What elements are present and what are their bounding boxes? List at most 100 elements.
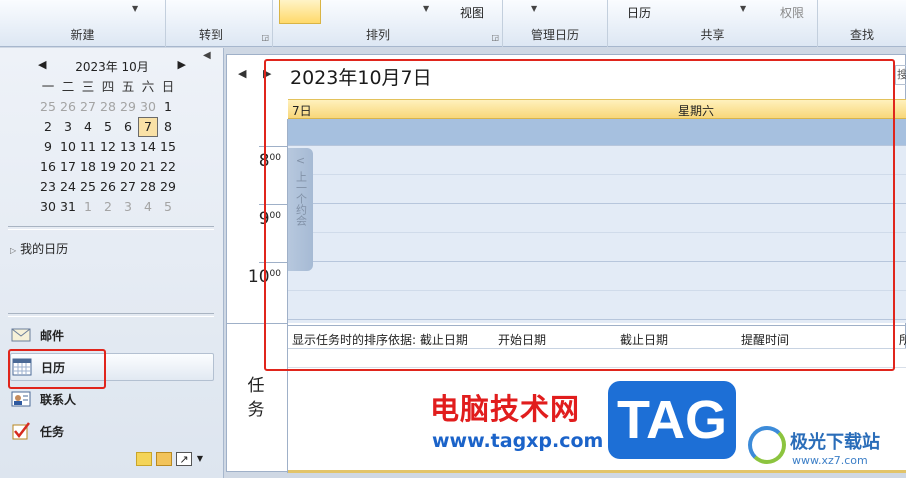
mini-day[interactable]: 9 <box>38 137 58 157</box>
mini-day[interactable]: 29 <box>158 177 178 197</box>
group-label-arrange: 排列 <box>366 28 391 42</box>
nav-calendar[interactable]: 日历 <box>10 353 214 381</box>
mini-day[interactable]: 21 <box>138 157 158 177</box>
mini-day[interactable]: 1 <box>78 197 98 217</box>
mini-day[interactable]: 25 <box>38 97 58 117</box>
calendar-dropdown[interactable]: 日历 <box>627 4 651 21</box>
nav-tasks-label: 任务 <box>40 424 65 439</box>
previous-appointment-label: 上一个约会 <box>294 171 308 226</box>
watermark-site2: 极光下载站 www.xz7.com <box>748 424 904 474</box>
mini-day[interactable]: 8 <box>158 117 178 137</box>
mini-day[interactable]: 30 <box>138 97 158 117</box>
mini-day[interactable]: 26 <box>98 177 118 197</box>
mini-day[interactable]: 5 <box>158 197 178 217</box>
nav-contacts-label: 联系人 <box>40 392 77 407</box>
view-button[interactable]: 视图 <box>460 4 484 21</box>
mini-day[interactable]: 4 <box>138 197 158 217</box>
weekday-label: 一 <box>41 79 55 94</box>
slot-line <box>288 145 906 146</box>
prev-day-icon[interactable]: ◀ <box>238 67 246 80</box>
mini-day[interactable]: 22 <box>158 157 178 177</box>
mini-day[interactable]: 15 <box>158 137 178 157</box>
mini-calendar-week: 23 24 25 26 27 28 29 <box>38 177 178 197</box>
mini-day[interactable]: 20 <box>118 157 138 177</box>
mini-day[interactable]: 28 <box>98 97 118 117</box>
task-column-due-date[interactable]: 截止日期 <box>620 331 668 348</box>
mini-day[interactable]: 3 <box>118 197 138 217</box>
mini-calendar-header: ◀ 2023年 10月 ▶ <box>34 58 190 74</box>
mini-day[interactable]: 14 <box>138 137 158 157</box>
group-label-find: 查找 <box>849 28 874 42</box>
weekday-label: 二 <box>61 79 75 94</box>
weekday-label: 三 <box>81 79 95 94</box>
mini-day[interactable]: 27 <box>118 177 138 197</box>
time-slots[interactable] <box>288 145 906 323</box>
hour-label: 800 <box>258 151 281 171</box>
mini-day[interactable]: 11 <box>78 137 98 157</box>
mini-day[interactable]: 1 <box>158 97 178 117</box>
mini-day[interactable]: 31 <box>58 197 78 217</box>
mini-day[interactable]: 24 <box>58 177 78 197</box>
mini-day[interactable]: 27 <box>78 97 98 117</box>
date-header[interactable]: 7日 星期六 <box>288 99 906 119</box>
nav-tasks[interactable]: 任务 <box>10 417 214 445</box>
weekday-label: 六 <box>141 79 155 94</box>
mini-day[interactable]: 25 <box>78 177 98 197</box>
mini-calendar-week: 16 17 18 19 20 21 22 <box>38 157 178 177</box>
task-column-truncated[interactable]: 所 <box>899 331 906 348</box>
configure-buttons-icon[interactable]: ▼ <box>196 452 204 466</box>
dialog-launcher-icon[interactable]: ◲ <box>261 33 269 42</box>
chevron-down-icon[interactable]: ▼ <box>132 4 138 13</box>
dialog-launcher-icon[interactable]: ◲ <box>491 33 499 42</box>
previous-appointment-tab[interactable]: < 上一个约会 <box>288 148 313 271</box>
next-day-icon[interactable]: ▶ <box>263 67 271 80</box>
tasks-vertical-label: 任务 <box>247 376 265 420</box>
mini-day[interactable]: 26 <box>58 97 78 117</box>
ribbon-group-share: 日历 ▼ 权限 共享 <box>608 0 818 47</box>
mini-day[interactable]: 12 <box>98 137 118 157</box>
divider <box>8 313 214 317</box>
notes-icon[interactable] <box>136 452 152 466</box>
mini-day[interactable]: 5 <box>98 117 118 137</box>
mini-day[interactable]: 18 <box>78 157 98 177</box>
mini-calendar-title: 2023年 10月 <box>75 60 149 74</box>
mini-day[interactable]: 28 <box>138 177 158 197</box>
search-input[interactable]: 搜 <box>895 65 906 85</box>
mini-day[interactable]: 3 <box>58 117 78 137</box>
all-day-area[interactable] <box>288 119 906 145</box>
mini-day-selected[interactable]: 7 <box>138 117 158 137</box>
task-check-icon <box>10 421 32 441</box>
my-calendars-folder[interactable]: ▷ 我的日历 <box>10 240 68 257</box>
ribbon-group-new: ▼ 新建 <box>0 0 166 47</box>
mini-day[interactable]: 19 <box>98 157 118 177</box>
mini-day[interactable]: 10 <box>58 137 78 157</box>
nav-mail[interactable]: 邮件 <box>10 321 214 349</box>
calendar-icon <box>11 357 33 377</box>
mini-day[interactable]: 6 <box>118 117 138 137</box>
nav-contacts[interactable]: 联系人 <box>10 385 214 413</box>
mini-day[interactable]: 17 <box>58 157 78 177</box>
divider <box>8 226 214 230</box>
hour-label: 1000 <box>247 267 281 287</box>
folder-icon[interactable] <box>156 452 172 466</box>
mini-day[interactable]: 30 <box>38 197 58 217</box>
tasks-sort-label[interactable]: 显示任务时的排序依据: 截止日期 <box>292 331 468 348</box>
shortcut-icon[interactable]: ↗ <box>176 452 192 466</box>
mini-day[interactable]: 13 <box>118 137 138 157</box>
next-month-icon[interactable]: ▶ <box>178 58 186 71</box>
mini-day[interactable]: 29 <box>118 97 138 117</box>
chevron-down-icon[interactable]: ▼ <box>740 4 746 13</box>
mini-day[interactable]: 2 <box>98 197 118 217</box>
mini-day[interactable]: 23 <box>38 177 58 197</box>
task-column-start-date[interactable]: 开始日期 <box>498 331 546 348</box>
expand-triangle-icon[interactable]: ▷ <box>10 246 16 255</box>
mini-day[interactable]: 16 <box>38 157 58 177</box>
task-column-reminder[interactable]: 提醒时间 <box>741 331 789 348</box>
permission-button[interactable]: 权限 <box>780 4 804 21</box>
aurora-logo-icon <box>748 426 786 464</box>
mini-day[interactable]: 4 <box>78 117 98 137</box>
collapse-pane-icon[interactable]: ◀ <box>203 50 211 61</box>
mini-day[interactable]: 2 <box>38 117 58 137</box>
chevron-down-icon[interactable]: ▼ <box>423 4 429 13</box>
chevron-down-icon[interactable]: ▼ <box>531 4 537 13</box>
